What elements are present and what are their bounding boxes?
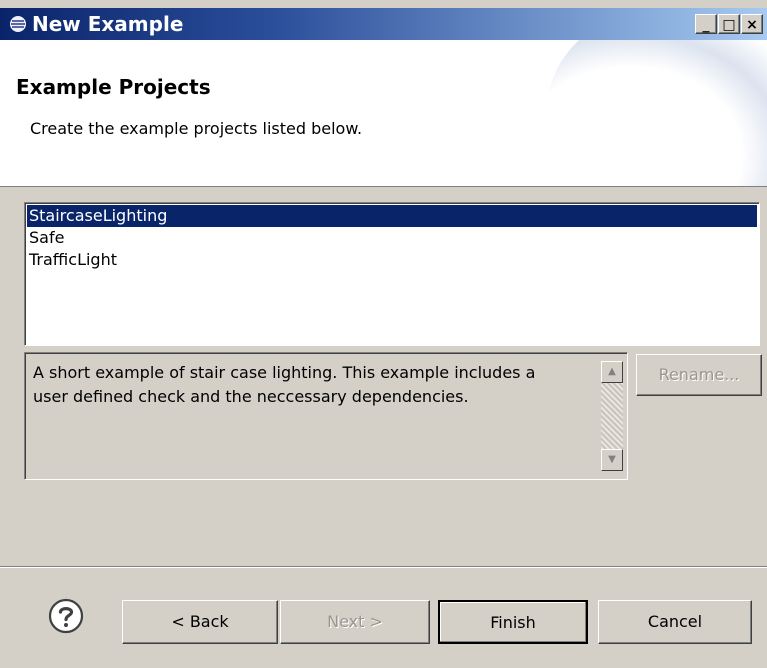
back-button[interactable]: < Back [122,600,278,644]
project-list[interactable]: StaircaseLighting Safe TrafficLight [24,202,760,346]
project-description-box[interactable]: A short example of stair case lighting. … [24,352,628,480]
list-item-safe[interactable]: Safe [27,227,757,249]
help-icon[interactable] [48,598,84,634]
list-item-trafficlight[interactable]: TrafficLight [27,249,757,271]
rename-button[interactable]: Rename... [636,354,762,396]
close-icon: × [746,17,758,33]
arrow-down-icon: ▼ [608,454,616,465]
list-item-staircaselighting[interactable]: StaircaseLighting [27,205,757,227]
minimize-button[interactable]: _ [695,14,717,34]
next-button[interactable]: Next > [280,600,430,644]
page-description: Create the example projects listed below… [30,119,363,138]
scroll-down-button[interactable]: ▼ [601,449,623,471]
project-description-text: A short example of stair case lighting. … [33,363,536,406]
close-button[interactable]: × [741,14,763,34]
scroll-up-button[interactable]: ▲ [601,361,623,383]
header-decoration [547,40,767,186]
description-scrollbar[interactable]: ▲ ▼ [601,361,623,471]
maximize-button[interactable]: □ [718,14,740,34]
maximize-icon: □ [722,17,736,33]
arrow-up-icon: ▲ [608,366,616,377]
cancel-button[interactable]: Cancel [598,600,752,644]
page-title: Example Projects [16,75,211,99]
footer-separator [0,566,767,568]
minimize-icon: _ [702,17,710,33]
eclipse-icon [8,15,28,33]
window-title: New Example [32,12,184,36]
finish-button[interactable]: Finish [438,600,588,644]
wizard-header: Example Projects Create the example proj… [0,40,767,187]
title-bar[interactable]: New Example _ □ × [0,8,767,40]
